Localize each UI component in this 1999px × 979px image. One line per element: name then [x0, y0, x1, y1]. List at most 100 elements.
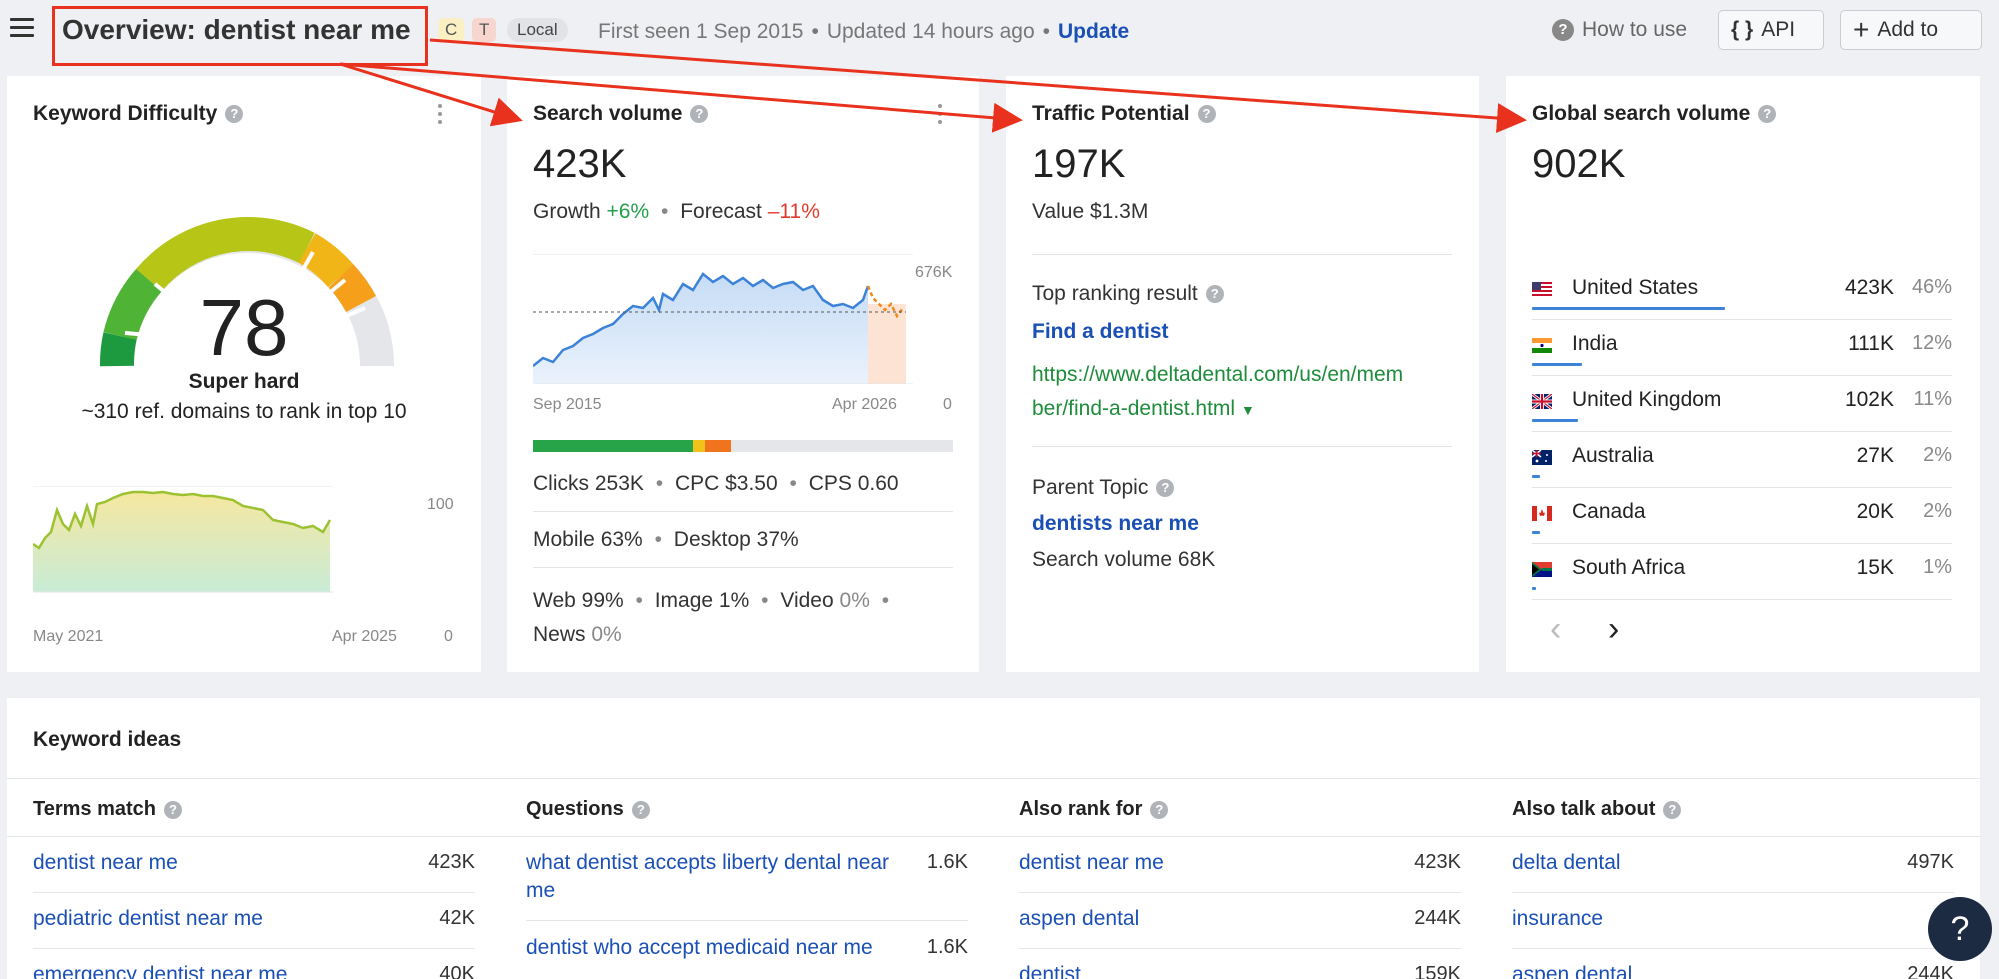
image-share: Image 1% — [654, 589, 750, 612]
top-bar: Overview: dentist near me C T Local Firs… — [0, 0, 1999, 66]
help-icon[interactable]: ? — [1663, 800, 1682, 819]
clicks-cpc-row: Clicks 253K • CPC $3.50 • CPS 0.60 — [533, 472, 899, 496]
help-icon[interactable]: ? — [225, 105, 244, 123]
first-seen: First seen 1 Sep 2015 — [598, 20, 804, 43]
sv-chart-ymin: 0 — [943, 396, 952, 413]
keyword-ideas-title: Keyword ideas — [33, 728, 182, 751]
country-name: United Kingdom — [1572, 388, 1722, 411]
chevron-left-icon[interactable]: ‹ — [1550, 610, 1561, 649]
keyword-idea-volume: 244K — [1414, 907, 1461, 929]
search-volume-card: Search volume ? 423K Growth +6% • Foreca… — [507, 76, 979, 672]
difficulty-level: Super hard — [188, 370, 300, 393]
parent-topic-label-row: Parent Topic ? — [1032, 476, 1175, 500]
difficulty-description: ~310 ref. domains to rank in top 10 — [81, 400, 407, 423]
canada-flag-icon — [1532, 506, 1552, 521]
serp-type-row: Web 99% • Image 1% • Video 0% • News 0% — [533, 584, 953, 652]
country-row[interactable]: United Kingdom 102K 11% — [1532, 376, 1952, 432]
country-row[interactable]: United States 423K 46% — [1532, 264, 1952, 320]
chevron-right-icon[interactable]: › — [1608, 610, 1619, 649]
separator-dot: • — [881, 589, 890, 612]
country-share: 11% — [1913, 388, 1952, 410]
country-share-bar — [1532, 531, 1540, 534]
top-ranking-title-link[interactable]: Find a dentist — [1032, 320, 1169, 344]
keyword-idea-link[interactable]: pediatric dentist near me — [33, 905, 263, 933]
help-icon[interactable]: ? — [164, 800, 183, 819]
clicks-value: Clicks 253K — [533, 472, 644, 495]
parent-topic-label: Parent Topic — [1032, 476, 1149, 499]
parent-topic-link[interactable]: dentists near me — [1032, 512, 1199, 536]
kd-chart-ymin: 0 — [444, 628, 453, 645]
help-icon[interactable]: ? — [1758, 105, 1777, 123]
add-to-label: Add to — [1877, 18, 1939, 41]
help-icon[interactable]: ? — [1150, 800, 1169, 819]
country-share-bar — [1532, 419, 1578, 422]
keyword-idea-link[interactable]: aspen dental — [1512, 961, 1632, 979]
divider — [1512, 948, 1954, 949]
country-row[interactable]: South Africa 15K 1% — [1532, 544, 1952, 600]
keyword-idea-link[interactable]: dentist who accept medicaid near me — [526, 934, 896, 962]
url-part-1: https://www.deltadental.com/us/en/mem — [1032, 363, 1404, 386]
divider — [7, 836, 1980, 837]
keyword-idea-link[interactable]: delta dental — [1512, 849, 1621, 877]
country-volume: 20K — [1856, 500, 1894, 523]
keyword-idea-link[interactable]: dentist near me — [33, 849, 178, 877]
growth-value: +6% — [606, 200, 650, 223]
keyword-idea-volume: 423K — [428, 851, 475, 873]
api-button[interactable]: { } API — [1718, 10, 1824, 50]
divider — [7, 778, 1980, 779]
divider — [526, 920, 968, 921]
help-icon: ? — [1552, 19, 1574, 41]
country-share: 2% — [1923, 500, 1952, 522]
help-icon[interactable]: ? — [631, 800, 650, 819]
intent-badge-transactional: T — [472, 18, 497, 42]
device-row: Mobile 63% • Desktop 37% — [533, 528, 799, 552]
help-icon[interactable]: ? — [690, 105, 709, 123]
card-title: Traffic Potential ? — [1032, 102, 1216, 126]
india-flag-icon — [1532, 338, 1552, 353]
caret-down-icon[interactable]: ▼ — [1241, 402, 1255, 418]
separator-dot: • — [789, 472, 797, 495]
top-ranking-url[interactable]: https://www.deltadental.com/us/en/mem be… — [1032, 358, 1462, 427]
forecast-label: Forecast — [680, 200, 762, 223]
country-share: 1% — [1923, 556, 1952, 578]
chat-help-icon[interactable]: ? — [1928, 897, 1992, 961]
keyword-idea-link[interactable]: dentist — [1019, 961, 1081, 979]
country-row[interactable]: India 111K 12% — [1532, 320, 1952, 376]
country-share-bar — [1532, 587, 1536, 590]
page-title: Overview: dentist near me — [62, 14, 411, 45]
keyword-idea-link[interactable]: what dentist accepts liberty dental near… — [526, 849, 896, 905]
kebab-menu-icon[interactable] — [937, 104, 943, 128]
separator-dot: • — [761, 589, 769, 612]
country-name: United States — [1572, 276, 1699, 299]
sv-title: Search volume — [533, 102, 683, 125]
keyword-idea-volume: 40K — [439, 963, 475, 979]
help-icon[interactable]: ? — [1205, 285, 1224, 303]
keyword-idea-link[interactable]: aspen dental — [1019, 905, 1139, 933]
country-name: Canada — [1572, 500, 1646, 523]
divider — [1532, 599, 1952, 600]
country-share: 12% — [1911, 332, 1952, 354]
country-row[interactable]: Canada 20K 2% — [1532, 488, 1952, 544]
keyword-idea-link[interactable]: dentist near me — [1019, 849, 1164, 877]
separator-dot: • — [654, 528, 662, 551]
add-to-button[interactable]: + Add to — [1840, 10, 1982, 50]
keyword-idea-link[interactable]: emergency dentist near me — [33, 961, 287, 979]
clicks-distribution-bar — [533, 440, 953, 452]
country-row[interactable]: Australia 27K 2% — [1532, 432, 1952, 488]
plus-icon: + — [1853, 14, 1870, 45]
column-title: Also talk about — [1512, 798, 1656, 820]
separator-dot: • — [661, 200, 669, 223]
south-africa-flag-icon — [1532, 562, 1552, 577]
kebab-menu-icon[interactable] — [437, 104, 443, 128]
intent-badge-commercial: C — [438, 18, 465, 42]
news-label: News — [533, 623, 586, 646]
keyword-idea-link[interactable]: insurance — [1512, 905, 1603, 933]
how-to-use-button[interactable]: ? How to use — [1552, 18, 1687, 42]
help-icon[interactable]: ? — [1197, 105, 1216, 123]
video-label: Video — [780, 589, 834, 612]
help-icon[interactable]: ? — [1156, 479, 1175, 497]
menu-icon[interactable] — [10, 18, 34, 40]
australia-flag-icon — [1532, 450, 1552, 465]
country-name: Australia — [1572, 444, 1654, 467]
update-link[interactable]: Update — [1058, 20, 1129, 43]
